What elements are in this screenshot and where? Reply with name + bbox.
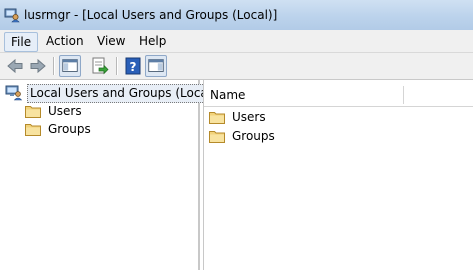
menu-view[interactable]: View xyxy=(91,32,131,50)
menu-file[interactable]: File xyxy=(4,32,39,52)
show-hide-console-tree-icon[interactable] xyxy=(59,55,81,77)
tree-item-label: Users xyxy=(48,104,82,118)
toolbar-separator xyxy=(116,57,118,75)
export-list-icon[interactable] xyxy=(89,55,111,77)
column-divider[interactable] xyxy=(403,86,404,104)
show-hide-action-pane-icon[interactable] xyxy=(145,55,167,77)
forward-arrow-icon[interactable] xyxy=(27,55,49,77)
menu-action[interactable]: Action xyxy=(40,32,90,50)
window-title: lusrmgr - [Local Users and Groups (Local… xyxy=(24,8,278,22)
computer-users-icon xyxy=(5,85,23,101)
svg-text:?: ? xyxy=(130,60,137,74)
list-item-label: Groups xyxy=(232,129,275,143)
folder-icon xyxy=(209,131,225,143)
column-header-name[interactable]: Name xyxy=(210,88,245,102)
toolbar-separator xyxy=(53,57,55,75)
folder-icon xyxy=(25,106,41,118)
folder-icon xyxy=(25,124,41,136)
back-arrow-icon[interactable] xyxy=(4,55,26,77)
menu-help[interactable]: Help xyxy=(133,32,172,50)
tree-root-label: Local Users and Groups (Local) xyxy=(27,84,219,103)
console-tree-pane[interactable]: Local Users and Groups (Local) Users Gro… xyxy=(0,80,219,270)
column-header-row: Name xyxy=(204,84,473,107)
computer-management-icon xyxy=(4,8,20,23)
title-bar[interactable]: lusrmgr - [Local Users and Groups (Local… xyxy=(0,0,473,30)
list-item-label: Users xyxy=(232,110,266,124)
folder-icon xyxy=(209,112,225,124)
menu-bar: File Action View Help xyxy=(0,30,473,53)
results-pane[interactable]: Name Users Groups xyxy=(203,80,473,270)
help-icon[interactable]: ? xyxy=(122,55,144,77)
tree-item-label: Groups xyxy=(48,122,91,136)
toolbar: ? xyxy=(0,53,473,80)
